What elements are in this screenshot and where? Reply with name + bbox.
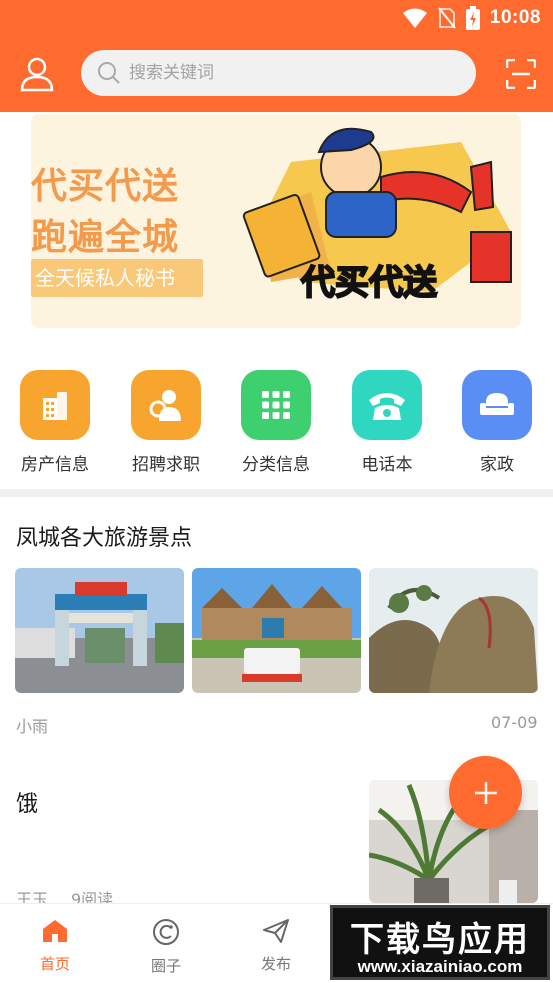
nav-home[interactable]: 首页: [15, 918, 95, 974]
scan-icon[interactable]: [506, 59, 536, 89]
user-icon[interactable]: [20, 56, 54, 92]
nav-circle[interactable]: 圈子: [126, 918, 206, 976]
post-image-scenic-area[interactable]: [192, 568, 361, 693]
top-bar: [0, 50, 553, 98]
post-author: 小雨: [16, 717, 49, 736]
promo-banner[interactable]: 代买代送 跑遍全城 全天候私人秘书 代买代送: [31, 114, 521, 328]
home-icon: [43, 920, 67, 942]
grid-icon: [241, 370, 311, 440]
category-label: 家政: [480, 455, 514, 475]
search-input[interactable]: [129, 63, 429, 83]
wifi-icon: [402, 8, 427, 28]
search-bar[interactable]: [81, 50, 476, 96]
battery-icon: [465, 6, 480, 30]
nav-publish[interactable]: 发布: [236, 918, 316, 974]
post-date: 07-09: [491, 713, 538, 732]
sofa-icon: [462, 370, 532, 440]
category-label: 电话本: [361, 455, 413, 475]
status-time: 10:08: [489, 7, 541, 28]
category-grid: 房产信息 招聘求职 分类信息 电话本 家政: [0, 370, 553, 480]
category-phonebook[interactable]: 电话本: [337, 370, 437, 475]
building-icon: [20, 370, 90, 440]
watermark-title: 下载鸟应用: [350, 920, 530, 960]
nav-label: 发布: [260, 955, 291, 973]
status-bar: 10:08: [0, 0, 553, 40]
circle-icon: [153, 919, 179, 945]
banner-headline-1: 代买代送: [31, 166, 180, 207]
category-recruitment[interactable]: 招聘求职: [116, 370, 216, 475]
nav-label: 首页: [39, 955, 70, 973]
phone-icon: [352, 370, 422, 440]
banner-art-text: 代买代送: [300, 263, 437, 303]
post-title[interactable]: 饿: [16, 786, 38, 818]
plus-icon: [474, 781, 497, 804]
search-icon: [98, 62, 120, 84]
post-image-gate[interactable]: [15, 568, 184, 693]
app-header: 10:08: [0, 0, 553, 112]
post-image-rock-scenery[interactable]: [369, 568, 538, 693]
section-divider: [0, 489, 553, 497]
send-icon: [263, 919, 289, 943]
no-sim-icon: [438, 7, 456, 29]
category-label: 分类信息: [242, 455, 310, 475]
nav-label: 圈子: [150, 957, 181, 975]
banner-headline-2: 跑遍全城: [31, 217, 180, 258]
watermark-url: www.xiazainiao.com: [357, 957, 523, 976]
recruit-icon: [131, 370, 201, 440]
add-post-button[interactable]: [449, 756, 522, 829]
banner-tagline: 全天候私人秘书: [31, 259, 203, 297]
watermark-logo: 下载鸟应用 www.xiazainiao.com: [330, 905, 550, 980]
category-real-estate[interactable]: 房产信息: [5, 370, 105, 475]
courier-illustration: 代买代送: [242, 127, 512, 304]
category-label: 招聘求职: [132, 455, 200, 475]
category-classified[interactable]: 分类信息: [226, 370, 326, 475]
category-housekeeping[interactable]: 家政: [447, 370, 547, 475]
post-title[interactable]: 凤城各大旅游景点: [16, 520, 192, 552]
category-label: 房产信息: [21, 455, 89, 475]
